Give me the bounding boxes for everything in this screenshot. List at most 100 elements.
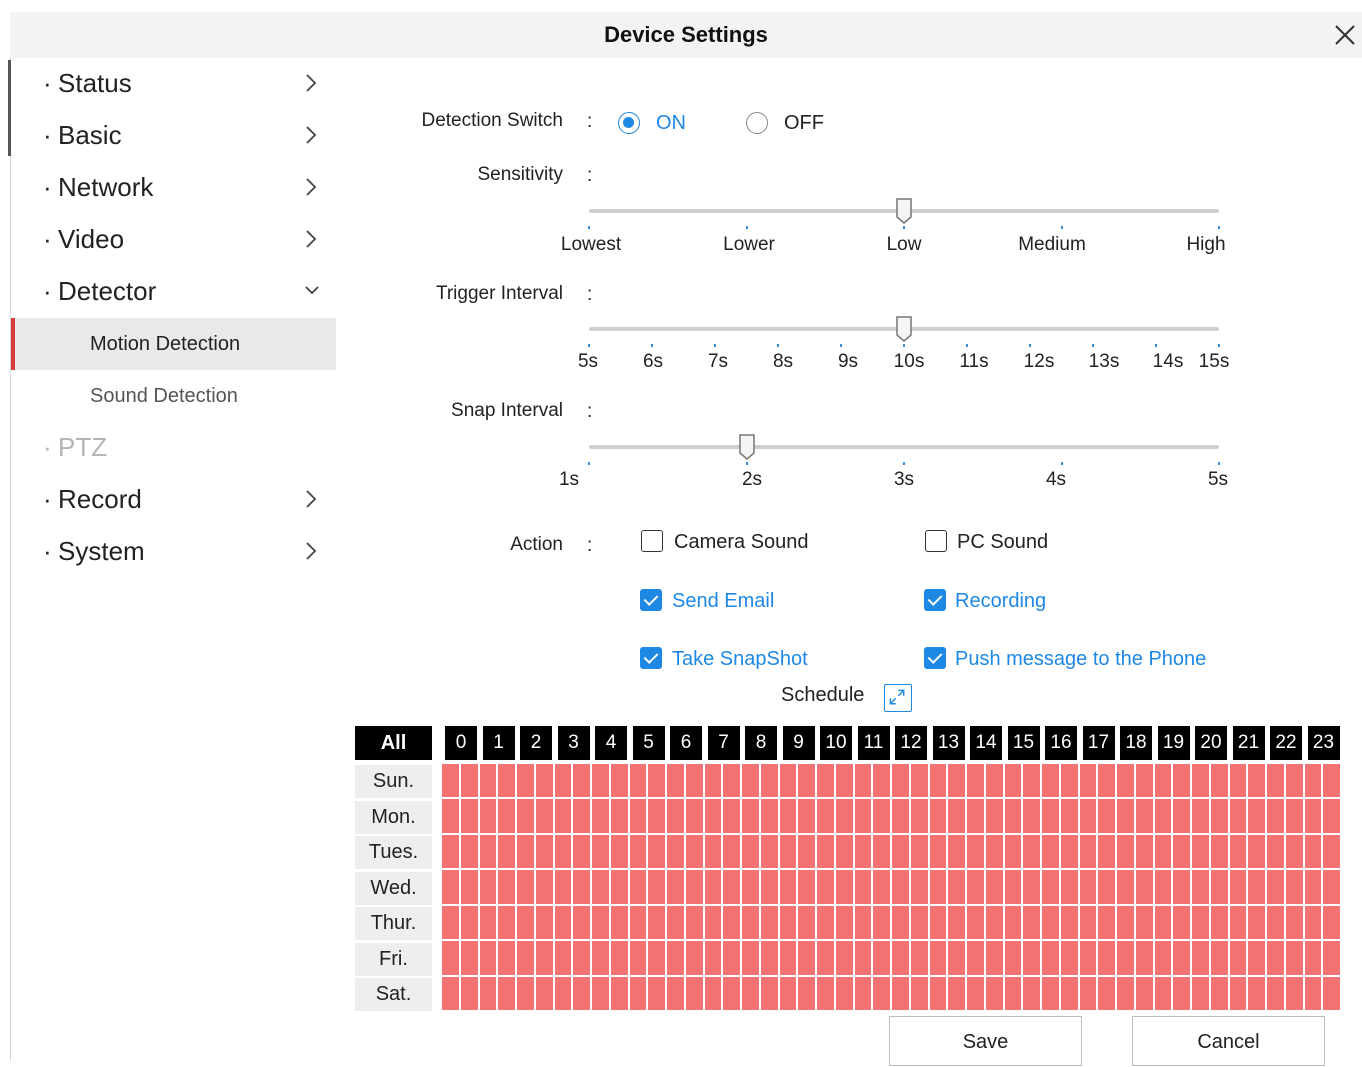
schedule-cell[interactable]	[1229, 941, 1247, 975]
schedule-cell[interactable]	[442, 976, 459, 1010]
schedule-cell[interactable]	[760, 976, 778, 1010]
sidebar-item-detector[interactable]: · Detector	[11, 266, 336, 318]
schedule-cell[interactable]	[442, 834, 459, 869]
schedule-cell[interactable]	[873, 870, 890, 904]
schedule-cell[interactable]	[498, 941, 515, 975]
schedule-day-label[interactable]: Wed.	[355, 871, 432, 905]
schedule-hour-header[interactable]: 16	[1045, 726, 1077, 760]
schedule-hour-header[interactable]: 1	[482, 726, 515, 760]
schedule-cell[interactable]	[648, 799, 665, 833]
schedule-cell[interactable]	[610, 976, 628, 1010]
schedule-cell[interactable]	[948, 905, 965, 940]
schedule-cell[interactable]	[723, 834, 740, 869]
sidebar-item-network[interactable]: · Network	[11, 162, 336, 214]
pc-sound-label[interactable]: PC Sound	[957, 531, 1048, 554]
schedule-cell[interactable]	[573, 834, 590, 869]
schedule-cell[interactable]	[1323, 905, 1340, 940]
schedule-cell[interactable]	[1117, 764, 1134, 798]
schedule-cell[interactable]	[498, 976, 515, 1010]
schedule-cell[interactable]	[592, 941, 609, 975]
schedule-cell[interactable]	[610, 764, 628, 798]
schedule-cell[interactable]	[779, 941, 797, 975]
schedule-cell[interactable]	[1098, 764, 1115, 798]
schedule-cell[interactable]	[1173, 834, 1190, 869]
schedule-cell[interactable]	[592, 764, 609, 798]
schedule-cell[interactable]	[779, 905, 797, 940]
schedule-cell[interactable]	[554, 976, 572, 1010]
schedule-cell[interactable]	[1229, 870, 1247, 904]
schedule-cell[interactable]	[835, 976, 853, 1010]
schedule-cell[interactable]	[1248, 764, 1265, 798]
schedule-cell[interactable]	[667, 976, 684, 1010]
schedule-cell[interactable]	[1229, 764, 1247, 798]
schedule-cell[interactable]	[1248, 834, 1265, 869]
schedule-cell[interactable]	[723, 764, 740, 798]
schedule-cell[interactable]	[460, 976, 478, 1010]
schedule-cell[interactable]	[498, 870, 515, 904]
schedule-cell[interactable]	[1098, 870, 1115, 904]
sidebar-item-system[interactable]: · System	[11, 526, 336, 578]
schedule-hour-header[interactable]: 11	[857, 726, 890, 760]
schedule-day-label[interactable]: Mon.	[355, 800, 432, 834]
close-icon[interactable]	[1330, 20, 1360, 50]
schedule-cell[interactable]	[1323, 799, 1340, 833]
schedule-cell[interactable]	[554, 941, 572, 975]
schedule-cell[interactable]	[1192, 870, 1209, 904]
schedule-cell[interactable]	[517, 799, 534, 833]
schedule-cell[interactable]	[1323, 976, 1340, 1010]
schedule-cell[interactable]	[1192, 976, 1209, 1010]
schedule-cell[interactable]	[929, 976, 947, 1010]
schedule-cell[interactable]	[835, 870, 853, 904]
schedule-cell[interactable]	[929, 941, 947, 975]
schedule-cell[interactable]	[1135, 799, 1153, 833]
schedule-cell[interactable]	[873, 976, 890, 1010]
schedule-cell[interactable]	[779, 976, 797, 1010]
schedule-cell[interactable]	[1154, 764, 1172, 798]
schedule-cell[interactable]	[929, 764, 947, 798]
schedule-cell[interactable]	[798, 870, 815, 904]
schedule-cell[interactable]	[742, 834, 759, 869]
schedule-cell[interactable]	[1323, 941, 1340, 975]
schedule-cell[interactable]	[517, 941, 534, 975]
schedule-cell[interactable]	[1229, 905, 1247, 940]
schedule-cell[interactable]	[1248, 870, 1265, 904]
schedule-cell[interactable]	[1023, 764, 1040, 798]
schedule-cell[interactable]	[742, 941, 759, 975]
schedule-cell[interactable]	[967, 834, 984, 869]
schedule-hour-header[interactable]: 19	[1157, 726, 1190, 760]
schedule-cell[interactable]	[1042, 799, 1059, 833]
schedule-cell[interactable]	[892, 799, 909, 833]
sidebar-item-status[interactable]: · Status	[11, 58, 336, 110]
schedule-cell[interactable]	[985, 799, 1003, 833]
schedule-cell[interactable]	[479, 799, 497, 833]
schedule-cell[interactable]	[1004, 905, 1022, 940]
schedule-cell[interactable]	[948, 834, 965, 869]
schedule-cell[interactable]	[1210, 834, 1228, 869]
schedule-cell[interactable]	[760, 799, 778, 833]
schedule-day-label[interactable]: Sun.	[355, 765, 432, 798]
schedule-cell[interactable]	[517, 834, 534, 869]
camera-sound-label[interactable]: Camera Sound	[674, 531, 809, 554]
schedule-cell[interactable]	[723, 941, 740, 975]
schedule-hour-header[interactable]: 12	[895, 726, 927, 760]
schedule-cell[interactable]	[817, 941, 834, 975]
schedule-cell[interactable]	[892, 905, 909, 940]
schedule-cell[interactable]	[498, 799, 515, 833]
schedule-cell[interactable]	[535, 905, 553, 940]
schedule-cell[interactable]	[1023, 905, 1040, 940]
schedule-cell[interactable]	[892, 834, 909, 869]
schedule-cell[interactable]	[1079, 834, 1097, 869]
schedule-cell[interactable]	[1079, 941, 1097, 975]
schedule-cell[interactable]	[629, 799, 647, 833]
schedule-cell[interactable]	[1042, 834, 1059, 869]
schedule-cell[interactable]	[1210, 870, 1228, 904]
schedule-cell[interactable]	[498, 764, 515, 798]
schedule-hour-header[interactable]: 7	[707, 726, 740, 760]
schedule-cell[interactable]	[1285, 834, 1303, 869]
schedule-cell[interactable]	[779, 870, 797, 904]
schedule-cell[interactable]	[460, 764, 478, 798]
schedule-cell[interactable]	[1285, 764, 1303, 798]
schedule-cell[interactable]	[1192, 834, 1209, 869]
schedule-cell[interactable]	[1173, 764, 1190, 798]
schedule-cell[interactable]	[629, 764, 647, 798]
